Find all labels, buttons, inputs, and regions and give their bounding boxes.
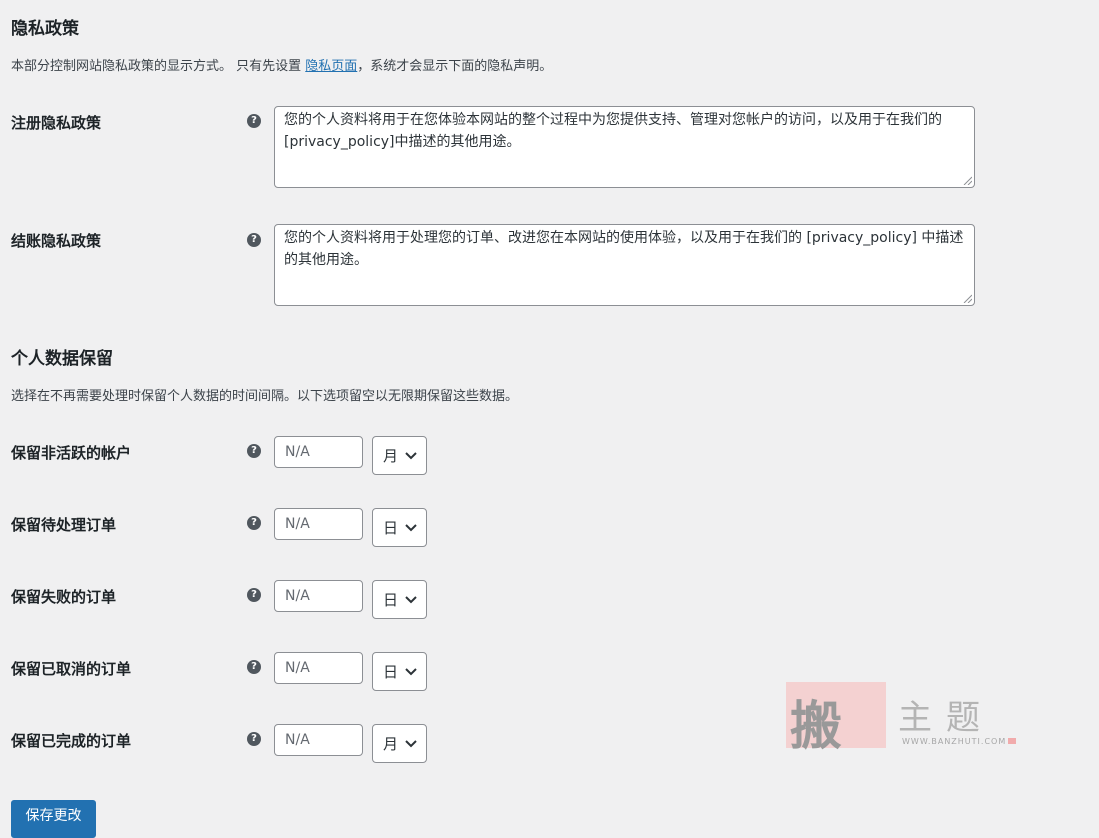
checkout-privacy-label: 结账隐私政策 bbox=[11, 232, 102, 250]
pending-orders-unit-select[interactable]: 日 bbox=[372, 508, 427, 547]
checkout-privacy-textarea[interactable]: 您的个人资料将用于处理您的订单、改进您在本网站的使用体验，以及用于在我们的 [p… bbox=[274, 224, 975, 306]
completed-orders-input[interactable]: N/A bbox=[274, 724, 363, 756]
help-icon[interactable]: ? bbox=[247, 732, 261, 746]
retention-section-description: 选择在不再需要处理时保留个人数据的时间间隔。以下选项留空以无限期保留这些数据。 bbox=[11, 389, 519, 404]
pending-orders-input[interactable]: N/A bbox=[274, 508, 363, 540]
cancelled-orders-unit-select[interactable]: 日 bbox=[372, 652, 427, 691]
chevron-down-icon bbox=[405, 452, 417, 460]
privacy-page-link[interactable]: 隐私页面 bbox=[305, 59, 357, 74]
watermark-text: 主题 bbox=[898, 698, 994, 738]
chevron-down-icon bbox=[405, 740, 417, 748]
cancelled-orders-input[interactable]: N/A bbox=[274, 652, 363, 684]
watermark-url: WWW.BANZHUTI.COM bbox=[902, 737, 1007, 746]
help-icon[interactable]: ? bbox=[247, 660, 261, 674]
failed-orders-unit-select[interactable]: 日 bbox=[372, 580, 427, 619]
help-icon[interactable]: ? bbox=[247, 588, 261, 602]
inactive-accounts-label: 保留非活跃的帐户 bbox=[11, 444, 132, 462]
chevron-down-icon bbox=[405, 524, 417, 532]
registration-privacy-label: 注册隐私政策 bbox=[11, 114, 102, 132]
registration-privacy-textarea[interactable]: 您的个人资料将用于在您体验本网站的整个过程中为您提供支持、管理对您帐户的访问，以… bbox=[274, 106, 975, 188]
retention-section-title: 个人数据保留 bbox=[11, 349, 113, 369]
help-icon[interactable]: ? bbox=[247, 516, 261, 530]
failed-orders-label: 保留失败的订单 bbox=[11, 588, 117, 606]
watermark-stamp: 搬 bbox=[790, 696, 843, 757]
inactive-accounts-unit-select[interactable]: 月 bbox=[372, 436, 427, 475]
resize-handle-icon[interactable] bbox=[962, 175, 972, 185]
chevron-down-icon bbox=[405, 596, 417, 604]
help-icon[interactable]: ? bbox=[247, 233, 261, 247]
completed-orders-unit-select[interactable]: 月 bbox=[372, 724, 427, 763]
resize-handle-icon[interactable] bbox=[962, 293, 972, 303]
chevron-down-icon bbox=[405, 668, 417, 676]
pending-orders-label: 保留待处理订单 bbox=[11, 516, 117, 534]
cancelled-orders-label: 保留已取消的订单 bbox=[11, 660, 132, 678]
privacy-section-description: 本部分控制网站隐私政策的显示方式。 只有先设置 隐私页面，系统才会显示下面的隐私… bbox=[11, 59, 553, 74]
save-changes-button[interactable]: 保存更改 bbox=[11, 800, 96, 838]
failed-orders-input[interactable]: N/A bbox=[274, 580, 363, 612]
watermark-dot bbox=[1008, 738, 1016, 744]
help-icon[interactable]: ? bbox=[247, 114, 261, 128]
completed-orders-label: 保留已完成的订单 bbox=[11, 732, 132, 750]
privacy-section-title: 隐私政策 bbox=[11, 19, 79, 39]
help-icon[interactable]: ? bbox=[247, 444, 261, 458]
inactive-accounts-input[interactable]: N/A bbox=[274, 436, 363, 468]
watermark-logo: 搬 主题 WWW.BANZHUTI.COM bbox=[786, 682, 1016, 757]
